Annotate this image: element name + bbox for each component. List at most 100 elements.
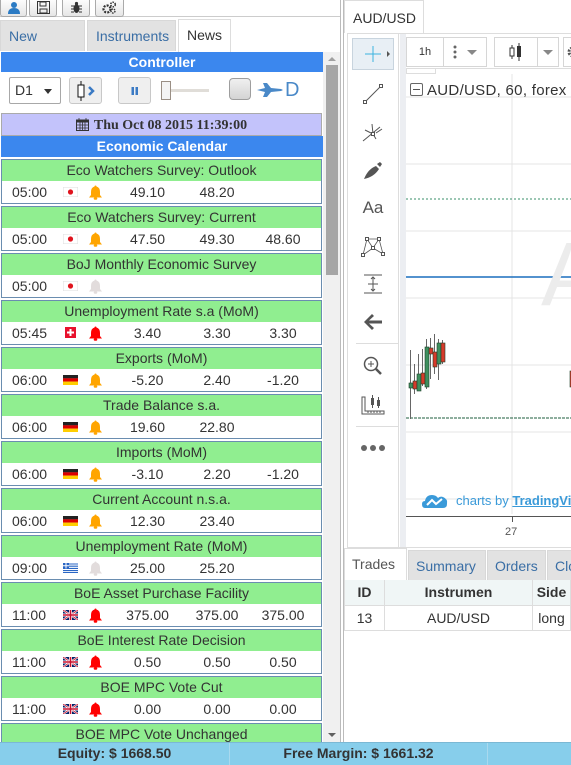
indicators-button[interactable]: [563, 37, 571, 67]
trend-line-tool[interactable]: [352, 78, 394, 110]
crosshair-tool[interactable]: [352, 38, 394, 70]
jet-icon: [257, 83, 283, 97]
event-card[interactable]: Eco Watchers Survey: Current 05:00 47.50 49…: [1, 206, 322, 251]
remove-drawings-tool[interactable]: [352, 306, 394, 338]
trade-instrument: AUD/USD: [384, 604, 533, 631]
scroll-thumb[interactable]: [326, 65, 338, 275]
scroll-down-icon[interactable]: [328, 733, 336, 737]
debug-button[interactable]: [62, 0, 90, 17]
pattern-tool[interactable]: [352, 230, 394, 262]
bell-icon: [89, 608, 102, 623]
measure-tool[interactable]: [352, 268, 394, 300]
event-actual: 25.00: [129, 560, 166, 576]
timeframe-select[interactable]: D1: [9, 77, 61, 104]
candles-icon: [509, 43, 521, 61]
event-card[interactable]: Trade Balance s.a. 06:00 19.60 22.80: [1, 394, 322, 439]
chart-tab-audusd[interactable]: AUD/USD: [344, 0, 424, 33]
bell-icon: [89, 232, 102, 247]
bottom-tabs: Trades Summary Orders Closed: [344, 548, 571, 580]
event-title: Unemployment Rate s.a (MoM): [2, 301, 321, 322]
tradingview-link[interactable]: TradingView: [512, 493, 571, 508]
event-details: 09:00 25.00 25.20: [2, 557, 321, 579]
event-actual: 12.30: [129, 513, 166, 529]
top-toolbar: [0, 0, 340, 17]
event-card[interactable]: Unemployment Rate s.a (MoM) 05:45 3.40 3.30…: [1, 300, 322, 345]
event-card[interactable]: BOE MPC Vote Cut 11:00 0.00 0.00 0.00: [1, 676, 322, 721]
tab-news[interactable]: News: [178, 19, 231, 52]
price-plot[interactable]: A: [406, 74, 571, 514]
measure-bars-tool[interactable]: [352, 388, 394, 420]
interval-dropdown[interactable]: [443, 37, 487, 67]
zoom-in-tool[interactable]: [352, 350, 394, 382]
news-scrollbar[interactable]: [323, 52, 340, 742]
scroll-up-icon[interactable]: [328, 57, 336, 61]
event-card[interactable]: Imports (MoM) 06:00 -3.10 2.20 -1.20: [1, 441, 322, 486]
event-details: 05:00 47.50 49.30 48.60: [2, 228, 321, 250]
auto-mode-checkbox[interactable]: [229, 78, 251, 100]
tab-new-order[interactable]: New Order: [0, 20, 85, 75]
step-candle-button[interactable]: [69, 77, 102, 104]
tab-closed[interactable]: Closed: [547, 550, 571, 580]
collapse-legend-icon[interactable]: [410, 83, 423, 96]
col-instrument[interactable]: Instrumen: [384, 580, 533, 606]
time-axis[interactable]: 27: [406, 516, 571, 547]
event-actual: 0.50: [133, 654, 162, 670]
user-button[interactable]: [0, 0, 27, 17]
event-details: 06:00 -5.20 2.40 -1.20: [2, 369, 321, 391]
tab-instruments[interactable]: Instruments: [87, 20, 176, 51]
chart-area: A 1h: [406, 34, 571, 547]
event-card[interactable]: Eco Watchers Survey: Outlook 05:00 49.10 48…: [1, 159, 322, 204]
more-tools-button[interactable]: [352, 432, 394, 464]
col-id[interactable]: ID: [344, 580, 385, 606]
event-card[interactable]: BOE MPC Vote Unchanged: [1, 723, 322, 742]
measure-icon: [364, 274, 382, 294]
table-row[interactable]: 13 AUD/USD long: [344, 604, 571, 631]
brush-icon: [364, 162, 382, 179]
event-card[interactable]: Unemployment Rate (MoM) 09:00 25.00 25.20: [1, 535, 322, 580]
speed-slider[interactable]: [161, 81, 209, 100]
pitchfork-tool[interactable]: [352, 116, 394, 148]
crosshair-icon: [365, 46, 381, 62]
x-tick: [512, 517, 513, 522]
event-forecast: 22.80: [199, 419, 235, 435]
interval-button[interactable]: 1h: [406, 37, 444, 67]
settings-button[interactable]: [95, 0, 124, 17]
slider-handle[interactable]: [161, 81, 171, 100]
event-previous: 3.30: [269, 325, 297, 341]
flag-jp-icon: [63, 187, 78, 197]
brush-tool[interactable]: [352, 154, 394, 186]
current-date: Thu Oct 08 2015 11:39:00: [93, 118, 248, 133]
news-scroll-area: Controller D1 D Thu Oct 08 2015 11:39:00…: [0, 52, 340, 742]
event-list: Eco Watchers Survey: Outlook 05:00 49.10 48…: [0, 159, 323, 742]
event-forecast: 0.00: [203, 701, 231, 717]
event-card[interactable]: BoE Asset Purchase Facility 11:00 375.00 37…: [1, 582, 322, 627]
tab-orders[interactable]: Orders: [487, 550, 546, 580]
tab-summary[interactable]: Summary: [408, 550, 486, 580]
tradingview-logo-icon: [422, 495, 448, 508]
candle-body: [408, 382, 414, 389]
event-actual: -3.10: [131, 466, 164, 482]
chart-style-button[interactable]: [494, 37, 538, 67]
toolbar-collapse-handle[interactable]: [406, 69, 436, 74]
candle-body: [420, 372, 426, 385]
tradingview-brand[interactable]: charts by TradingView: [422, 489, 571, 508]
event-forecast: 23.40: [199, 513, 235, 529]
economic-calendar-header: Economic Calendar: [1, 136, 323, 157]
save-button[interactable]: [29, 0, 57, 17]
event-forecast: 25.20: [199, 560, 235, 576]
event-card[interactable]: Exports (MoM) 06:00 -5.20 2.40 -1.20: [1, 347, 322, 392]
event-card[interactable]: BoJ Monthly Economic Survey 05:00: [1, 253, 322, 298]
event-card[interactable]: Current Account n.s.a. 06:00 12.30 23.40: [1, 488, 322, 533]
chevron-down-icon: [543, 49, 553, 55]
bell-icon: [89, 561, 102, 576]
text-tool[interactable]: Aa: [352, 192, 394, 224]
pause-button[interactable]: [118, 77, 151, 104]
status-divider: [487, 743, 488, 765]
bell-icon: [89, 279, 102, 294]
event-time: 05:00: [12, 231, 48, 247]
event-card[interactable]: BoE Interest Rate Decision 11:00 0.50 0.50 0…: [1, 629, 322, 674]
col-side[interactable]: Side: [532, 580, 571, 606]
legend-text: AUD/USD, 60, forex: [427, 82, 567, 99]
tab-trades[interactable]: Trades: [344, 548, 407, 580]
chart-style-dropdown[interactable]: [537, 37, 559, 67]
